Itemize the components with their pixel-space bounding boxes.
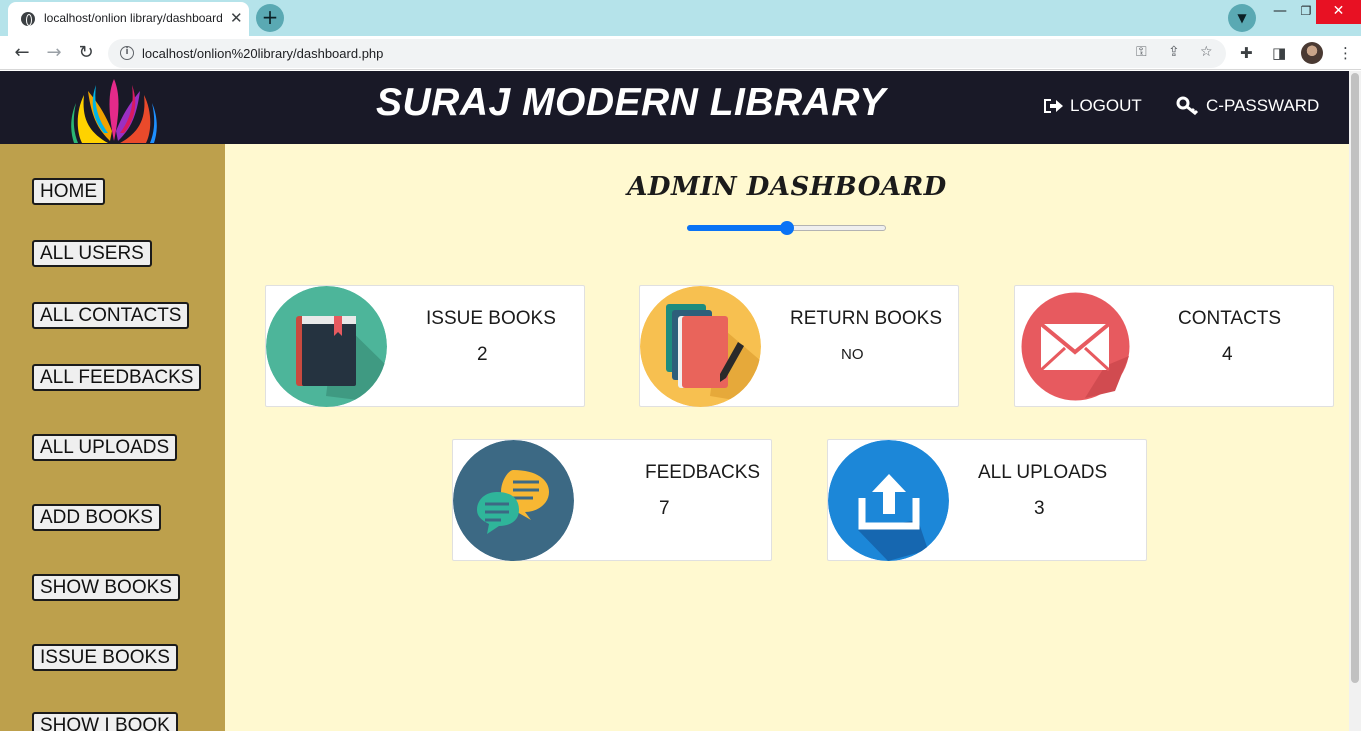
card-label: ISSUE BOOKS	[426, 308, 556, 329]
chat-bubbles-icon	[453, 440, 574, 561]
tab-close-icon[interactable]: ✕	[230, 9, 243, 27]
forward-arrow-icon[interactable]: →	[42, 41, 66, 65]
sidebar-item-home[interactable]: HOME	[32, 178, 105, 205]
sidebar-item-issue-books[interactable]: ISSUE BOOKS	[32, 644, 178, 671]
logout-label: LOGOUT	[1070, 96, 1142, 115]
card-label: ALL UPLOADS	[978, 462, 1108, 483]
sidebar-item-show-books[interactable]: SHOW BOOKS	[32, 574, 180, 601]
extensions-icon[interactable]: ✚	[1240, 44, 1253, 62]
menu-kebab-icon[interactable]: ⋮	[1338, 44, 1353, 62]
book-icon	[266, 286, 387, 407]
new-tab-button[interactable]: +	[256, 4, 284, 32]
profile-avatar[interactable]	[1301, 42, 1323, 64]
sidebar-item-show-i-book[interactable]: SHOW I BOOK	[32, 712, 178, 731]
slider-thumb[interactable]	[779, 221, 794, 235]
site-title: SURAJ MODERN LIBRARY	[376, 81, 886, 124]
site-header: SURAJ MODERN LIBRARY LOGOUT C-PASSWARD	[0, 71, 1349, 144]
scrollbar-thumb[interactable]	[1351, 73, 1359, 683]
url-text[interactable]: localhost/onlion%20library/dashboard.php	[142, 46, 383, 61]
sidebar-item-all-users[interactable]: ALL USERS	[32, 240, 152, 267]
share-icon[interactable]: ⇪	[1168, 44, 1180, 60]
info-icon[interactable]: i	[120, 46, 134, 60]
card-label: CONTACTS	[1178, 308, 1282, 329]
sidebar-item-all-contacts[interactable]: ALL CONTACTS	[32, 302, 190, 329]
sidebar: HOME ALL USERS ALL CONTACTS ALL FEEDBACK…	[0, 144, 225, 731]
sidebar-item-add-books[interactable]: ADD BOOKS	[32, 504, 161, 531]
password-key-icon[interactable]: ⚿	[1136, 44, 1147, 60]
globe-icon	[21, 12, 35, 26]
change-password-label: C-PASSWARD	[1206, 96, 1320, 115]
card-all-uploads[interactable]: ALL UPLOADS 3	[827, 439, 1147, 561]
card-value: 3	[1034, 498, 1045, 519]
sidebar-item-all-feedbacks[interactable]: ALL FEEDBACKS	[32, 364, 202, 391]
envelope-icon	[1021, 292, 1130, 401]
dashboard-main: ADMIN DASHBOARD ISSUE BOOKS 2 RETURN BOO…	[225, 144, 1349, 731]
change-password-link[interactable]: C-PASSWARD	[1176, 96, 1319, 116]
card-value: NO	[841, 346, 864, 363]
card-feedbacks[interactable]: FEEDBACKS 7	[452, 439, 772, 561]
card-value: 2	[477, 344, 488, 365]
page-scrollbar[interactable]	[1349, 71, 1361, 731]
key-icon	[1176, 96, 1199, 116]
address-bar[interactable]: i localhost/onlion%20library/dashboard.p…	[108, 39, 1226, 68]
card-contacts[interactable]: CONTACTS 4	[1014, 285, 1334, 407]
library-logo	[71, 79, 157, 143]
card-value: 4	[1222, 344, 1233, 365]
upload-icon	[828, 440, 949, 561]
page-title: ADMIN DASHBOARD	[627, 172, 947, 202]
card-value: 7	[659, 498, 670, 519]
tab-title: localhost/onlion library/dashboard.php	[44, 11, 222, 25]
card-issue-books[interactable]: ISSUE BOOKS 2	[265, 285, 585, 407]
browser-tab[interactable]: localhost/onlion library/dashboard.php ✕	[8, 2, 249, 36]
books-pencil-icon	[640, 286, 761, 407]
card-label: RETURN BOOKS	[790, 308, 943, 329]
logout-link[interactable]: LOGOUT	[1042, 96, 1142, 116]
dashboard-slider[interactable]	[687, 221, 886, 235]
slider-fill	[687, 225, 787, 231]
card-label: FEEDBACKS	[645, 462, 761, 483]
sidebar-item-all-uploads[interactable]: ALL UPLOADS	[32, 434, 178, 461]
card-return-books[interactable]: RETURN BOOKS NO	[639, 285, 959, 407]
tab-search-button[interactable]: ▼	[1228, 4, 1256, 32]
reload-icon[interactable]: ↻	[74, 41, 98, 65]
browser-tab-bar: localhost/onlion library/dashboard.php ✕…	[0, 0, 1361, 36]
side-panel-icon[interactable]: ◨	[1272, 44, 1286, 62]
sign-out-icon	[1044, 99, 1063, 113]
close-window-button[interactable]: ✕	[1316, 0, 1361, 24]
bookmark-star-icon[interactable]: ☆	[1200, 44, 1213, 60]
back-arrow-icon[interactable]: ←	[10, 41, 34, 65]
browser-toolbar: ← → ↻ i localhost/onlion%20library/dashb…	[0, 36, 1361, 70]
